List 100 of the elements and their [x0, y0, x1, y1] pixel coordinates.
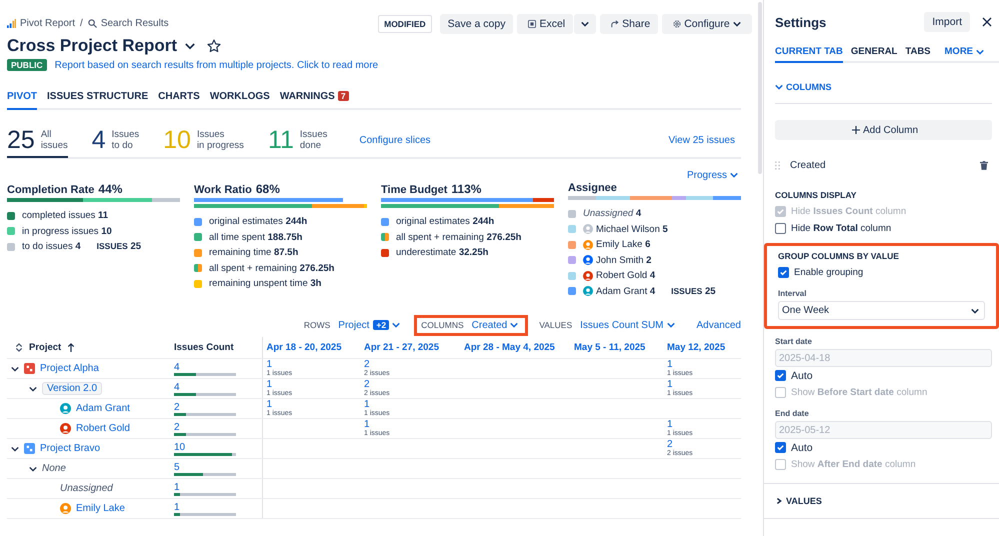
cell-value-link[interactable]: 1 — [266, 400, 356, 410]
legend-label: Adam Grant 4 — [596, 286, 656, 297]
close-icon[interactable] — [982, 17, 992, 27]
legend-label: Michael Wilson 5 — [596, 224, 668, 235]
caret-button[interactable] — [574, 14, 596, 34]
share-button[interactable]: Share — [600, 14, 658, 34]
status-badge: MODIFIED — [378, 15, 432, 33]
tab[interactable]: PIVOT — [7, 89, 38, 110]
issues-count-link[interactable]: 1 — [174, 482, 258, 492]
row-label: None — [42, 463, 66, 474]
pivot-control: ROWS Project +2 — [296, 314, 410, 336]
caret-icon — [666, 321, 675, 329]
issues-count-link[interactable]: 4 — [174, 382, 258, 392]
issues-count-link[interactable]: 10 — [174, 442, 258, 452]
cell-value-link[interactable]: 1 — [667, 360, 737, 370]
assignee-link[interactable]: Robert Gold — [76, 423, 130, 434]
legend-label: Robert Gold 4 — [596, 270, 656, 282]
save-copy-button[interactable]: Save a copy — [440, 14, 514, 34]
description-link[interactable]: Report based on search results from multiple projects. Click to read more — [54, 60, 378, 70]
chevron-down-icon[interactable] — [185, 42, 196, 50]
column-header: Apr 18 - 20, 2025 — [266, 342, 342, 353]
project-link[interactable]: Project Alpha — [40, 363, 99, 374]
chevron-icon — [775, 83, 783, 91]
scrollbar-thumb[interactable] — [758, 2, 762, 174]
issues-count-link[interactable]: 1 — [174, 502, 258, 512]
issues-count-link[interactable]: 5 — [174, 462, 258, 472]
cell-value-link[interactable]: 1 — [266, 360, 356, 370]
legend-label: Emily Lake 6 — [596, 239, 650, 250]
cell-value-link[interactable]: 2 — [667, 440, 737, 450]
caret-icon — [971, 306, 979, 314]
checkbox-label: Show Before Start date column — [791, 387, 928, 398]
breadcrumb-link[interactable]: Search Results — [100, 18, 169, 29]
cell-value-link[interactable]: 1 — [364, 400, 456, 410]
chevron-icon[interactable] — [11, 366, 19, 372]
tab[interactable]: WARNINGS 7 — [280, 89, 349, 110]
legend-label: all spent + remaining 276.25h — [209, 262, 334, 274]
settings-tab[interactable]: TABS — [905, 44, 931, 63]
legend-label: remaining unspent time 3h — [209, 278, 322, 290]
field-label: Interval — [778, 289, 808, 298]
group-by-dropdown[interactable]: Progress — [686, 168, 741, 182]
add-column-button[interactable]: Add Column — [775, 120, 992, 140]
pivot-dropdown[interactable]: Project +2 — [338, 320, 404, 330]
version-tag[interactable]: Version 2.0 — [42, 382, 102, 395]
project-link[interactable]: Project Bravo — [40, 443, 100, 454]
settings-tab[interactable]: CURRENT TAB — [775, 44, 843, 63]
checkbox[interactable] — [778, 267, 789, 278]
chevron-icon[interactable] — [29, 386, 37, 392]
issues-count-link[interactable]: 2 — [174, 402, 258, 412]
issues-count-link[interactable]: 4 — [174, 362, 258, 372]
checkbox-label: Show After End date column — [791, 459, 916, 470]
chevron-icon[interactable] — [11, 446, 19, 452]
checkbox[interactable] — [775, 223, 786, 234]
configure-button[interactable]: Configure — [662, 14, 752, 34]
column-header[interactable]: Project — [29, 342, 62, 353]
tab[interactable]: WORKLOGS — [210, 89, 270, 110]
tab[interactable]: ISSUES STRUCTURE — [47, 89, 148, 110]
interval-select[interactable]: One Week — [778, 301, 985, 320]
section-heading: GROUP COLUMNS BY VALUE — [778, 251, 900, 261]
bar-chart-icon — [7, 19, 16, 28]
sort-arrow-icon[interactable] — [67, 343, 76, 352]
issues-total: ISSUES 25 — [671, 286, 716, 297]
pivot-dropdown[interactable]: Issues Count SUM — [580, 320, 678, 330]
column-header: Issues Count — [174, 342, 234, 353]
settings-tab[interactable]: MORE — [944, 44, 988, 63]
legend-label: to do issues 4 — [22, 241, 81, 252]
import-button[interactable]: Import — [924, 12, 970, 32]
cell-value-link[interactable]: 1 — [364, 420, 456, 430]
expand-collapse-icon[interactable] — [15, 343, 23, 352]
view-issues-link[interactable]: View 25 issues — [668, 134, 735, 146]
configure-slices-link[interactable]: Configure slices — [359, 134, 431, 146]
checkbox-label: Hide Issues Count column — [791, 206, 906, 217]
checkbox-label: Auto — [791, 442, 813, 454]
cell-value-link[interactable]: 1 — [266, 380, 356, 390]
cell-value-link[interactable]: 1 — [667, 420, 737, 430]
chevron-icon[interactable] — [29, 466, 37, 472]
advanced-link[interactable]: Advanced — [696, 320, 741, 330]
cell-value-link[interactable]: 1 — [667, 380, 737, 390]
chevron-icon — [775, 497, 783, 505]
settings-tab[interactable]: GENERAL — [850, 44, 898, 63]
section-toggle[interactable]: COLUMNS — [775, 71, 992, 104]
cell-value-link[interactable]: 2 — [364, 360, 456, 370]
assignee-link[interactable]: Emily Lake — [76, 503, 125, 514]
issues-count-link[interactable]: 2 — [174, 422, 258, 432]
trash-icon[interactable] — [980, 160, 988, 170]
tab[interactable]: CHARTS — [158, 89, 200, 110]
assignee-link[interactable]: Adam Grant — [76, 403, 130, 414]
metric-title: Time Budget 113% — [381, 182, 482, 196]
cell-value-link[interactable]: 2 — [364, 380, 456, 390]
star-icon[interactable] — [207, 39, 222, 53]
spreadsheet-icon — [528, 20, 536, 28]
metric-title: Assignee — [568, 182, 618, 194]
breadcrumb-link[interactable]: Pivot Report — [20, 18, 76, 29]
section-toggle[interactable]: VALUES — [764, 483, 999, 519]
column-name: Created — [790, 160, 827, 170]
excel-button[interactable]: Excel — [517, 14, 574, 34]
pivot-dropdown[interactable]: Created — [472, 320, 522, 330]
field-label: End date — [775, 409, 810, 418]
checkbox-label: Hide Row Total column — [791, 223, 892, 234]
drag-handle-icon[interactable] — [775, 160, 780, 170]
legend-label: all spent + remaining 276.25h — [396, 232, 522, 243]
